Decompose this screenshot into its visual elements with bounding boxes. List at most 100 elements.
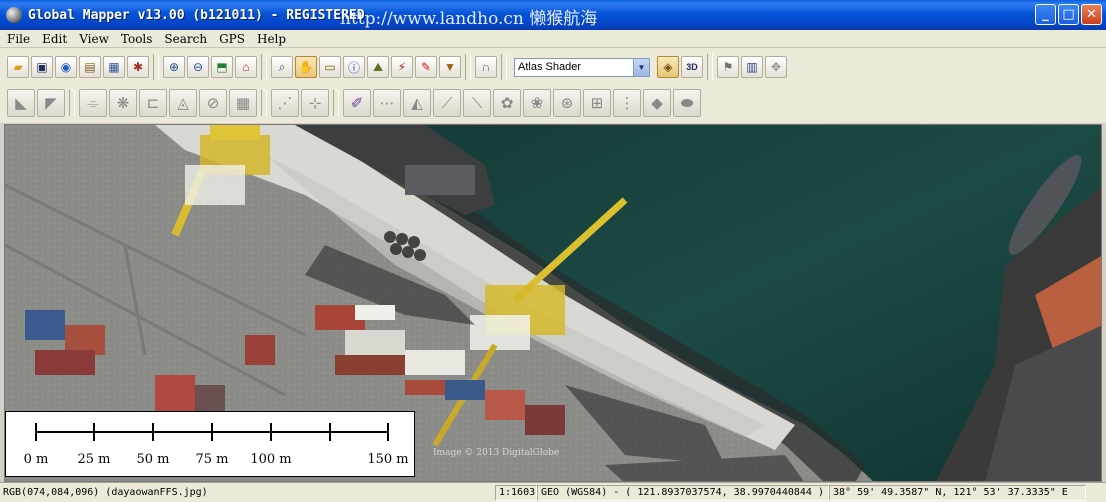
edit-9-icon: ⋰ <box>277 95 293 112</box>
edit-tool-10-button[interactable]: ⊹ <box>301 89 329 117</box>
chevron-down-icon[interactable]: ▼ <box>633 58 649 76</box>
path-profile-button[interactable]: ⛰ <box>367 56 389 78</box>
zoom-in-button[interactable]: ⊕ <box>163 56 185 78</box>
menu-search[interactable]: Search <box>159 32 212 46</box>
zoom-out-button[interactable]: ⊖ <box>187 56 209 78</box>
draw-tool-button[interactable]: ✎ <box>415 56 437 78</box>
toolbar-separator <box>333 90 339 116</box>
path-profile-icon: ⛰ <box>372 59 384 74</box>
edit-tool-8-button[interactable]: ▦ <box>229 89 257 117</box>
edit-tool-11-button[interactable]: ✐ <box>343 89 371 117</box>
home-icon: ⌂ <box>242 60 250 74</box>
save-button[interactable]: ▣ <box>31 56 53 78</box>
minimize-button[interactable]: _ <box>1035 4 1056 25</box>
toolbar-separator <box>261 90 267 116</box>
shader-select[interactable]: Atlas Shader ▼ <box>514 57 650 77</box>
menu-help[interactable]: Help <box>252 32 291 46</box>
status-pixel-info: RGB(074,084,096) (dayaowanFFS.jpg) <box>3 487 208 498</box>
edit-20-icon: ⋮ <box>619 95 635 112</box>
scale-label-100: 100 m <box>250 452 292 467</box>
edit-tool-9-button[interactable]: ⋰ <box>271 89 299 117</box>
shader-options-button[interactable]: ◈ <box>657 56 679 78</box>
edit-tool-6-button[interactable]: ◬ <box>169 89 197 117</box>
edit-15-icon: ⟍ <box>471 94 483 112</box>
pan-tool-button[interactable]: ✋ <box>295 56 317 78</box>
digitize-button[interactable]: ✥ <box>765 56 787 78</box>
scale-label-150: 150 m <box>367 452 409 467</box>
map-view[interactable]: Image © 2013 DigitalGlobe 0 m 25 m 50 m … <box>4 124 1102 482</box>
tools-button[interactable]: ✱ <box>127 56 149 78</box>
title-bar: Global Mapper v13.00 (b121011) - REGISTE… <box>0 0 1106 30</box>
view-3d-button[interactable]: 3D <box>681 56 703 78</box>
tower-tool-button[interactable]: ⚡ <box>391 56 413 78</box>
full-view-button[interactable]: ⬒ <box>211 56 233 78</box>
status-bar: RGB(074,084,096) (dayaowanFFS.jpg) 1:160… <box>0 482 1106 502</box>
toolbar-row-2: ◣ ◤ ⌯ ❋ ⊏ ◬ ⊘ ▦ ⋰ ⊹ ✐ ⋯ ◭ ⟋ ⟍ ✿ ❀ ⊛ ⊞ ⋮ … <box>6 86 702 120</box>
catalog-button[interactable]: ▤ <box>79 56 101 78</box>
app-globe-icon[interactable] <box>6 7 22 23</box>
edit-12-icon: ⋯ <box>379 95 395 112</box>
info-tool-button[interactable]: ⓘ <box>343 56 365 78</box>
shader-select-value: Atlas Shader <box>518 61 581 73</box>
open-file-button[interactable]: ▰ <box>7 56 29 78</box>
toolbar-separator <box>153 54 159 80</box>
edit-7-icon: ⊘ <box>206 95 220 112</box>
menu-file[interactable]: File <box>2 32 35 46</box>
edit-tool-16-button[interactable]: ✿ <box>493 89 521 117</box>
edit-tool-4-button[interactable]: ❋ <box>109 89 137 117</box>
edit-tool-1-button[interactable]: ◣ <box>7 89 35 117</box>
save-icon: ▣ <box>36 60 48 74</box>
info-icon: ⓘ <box>347 60 360 75</box>
view-3d-icon: 3D <box>686 62 698 72</box>
tool-dropdown-button[interactable]: ▼ <box>439 56 461 78</box>
scale-label-75: 75 m <box>195 452 229 467</box>
edit-tool-22-button[interactable]: ⬬ <box>673 89 701 117</box>
edit-tool-19-button[interactable]: ⊞ <box>583 89 611 117</box>
maximize-button[interactable]: □ <box>1058 4 1079 25</box>
measure-tool-button[interactable]: ▭ <box>319 56 341 78</box>
edit-tool-3-button[interactable]: ⌯ <box>79 89 107 117</box>
edit-tool-14-button[interactable]: ⟋ <box>433 89 461 117</box>
edit-tool-21-button[interactable]: ◆ <box>643 89 671 117</box>
edit-tool-2-button[interactable]: ◤ <box>37 89 65 117</box>
edit-17-icon: ❀ <box>530 95 544 112</box>
flag-button[interactable]: ⚑ <box>717 56 739 78</box>
edit-tool-12-button[interactable]: ⋯ <box>373 89 401 117</box>
config-button[interactable]: ▦ <box>103 56 125 78</box>
edit-10-icon: ⊹ <box>308 95 322 112</box>
edit-tool-15-button[interactable]: ⟍ <box>463 89 491 117</box>
edit-tool-20-button[interactable]: ⋮ <box>613 89 641 117</box>
menu-tools[interactable]: Tools <box>116 32 158 46</box>
window-controls: _ □ ✕ <box>1035 4 1102 25</box>
edit-tool-18-button[interactable]: ⊛ <box>553 89 581 117</box>
zoom-in-icon: ⊕ <box>168 60 180 74</box>
watermark-text: http://www.landho.cn 懒猴航海 <box>340 9 598 29</box>
edit-tool-5-button[interactable]: ⊏ <box>139 89 167 117</box>
edit-tool-17-button[interactable]: ❀ <box>523 89 551 117</box>
online-data-button[interactable]: ◉ <box>55 56 77 78</box>
home-button[interactable]: ⌂ <box>235 56 257 78</box>
zoom-tool-button[interactable]: ⌕ <box>271 56 293 78</box>
close-button[interactable]: ✕ <box>1081 4 1102 25</box>
edit-21-icon: ◆ <box>651 95 663 112</box>
toolbar-separator <box>261 54 267 80</box>
status-scale: 1:1603 <box>495 484 537 501</box>
menu-gps[interactable]: GPS <box>214 32 250 46</box>
maximize-icon: □ <box>1062 7 1075 22</box>
menu-edit[interactable]: Edit <box>37 32 72 46</box>
menu-view[interactable]: View <box>74 32 114 46</box>
edit-tool-7-button[interactable]: ⊘ <box>199 89 227 117</box>
digitize-icon: ✥ <box>770 60 782 74</box>
close-icon: ✕ <box>1086 7 1097 22</box>
tower-icon: ⚡ <box>397 60 407 74</box>
dropdown-icon: ▼ <box>444 60 456 74</box>
edit-tool-13-button[interactable]: ◭ <box>403 89 431 117</box>
edit-19-icon: ⊞ <box>590 95 604 112</box>
edit-4-icon: ❋ <box>116 95 130 112</box>
layout-button[interactable]: ▥ <box>741 56 763 78</box>
arch-tool-button[interactable]: ∩ <box>475 56 497 78</box>
status-coordinates: GEO (WGS84) - ( 121.8937037574, 38.99704… <box>537 484 829 501</box>
flag-icon: ⚑ <box>722 60 734 74</box>
toolbar-separator <box>501 54 507 80</box>
edit-1-icon: ◣ <box>15 95 27 112</box>
